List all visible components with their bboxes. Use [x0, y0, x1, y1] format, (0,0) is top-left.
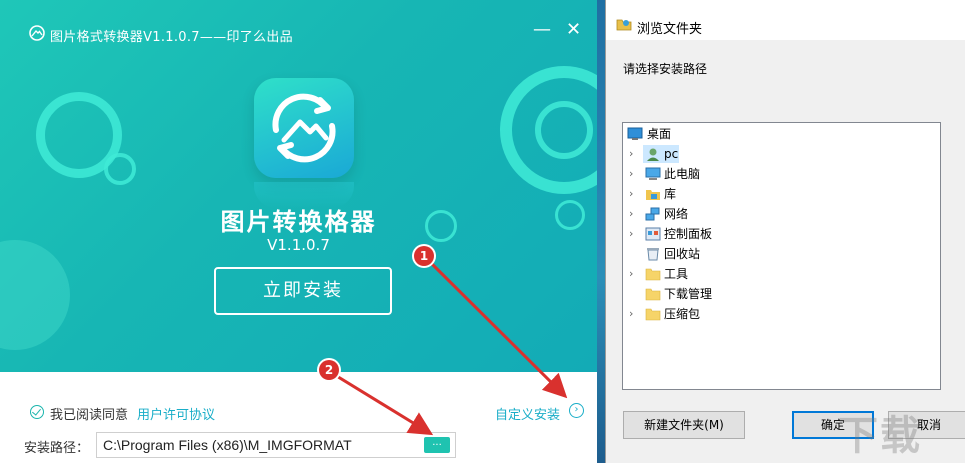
tree-item-archives[interactable]: › 压缩包 [623, 304, 940, 324]
library-icon [646, 190, 660, 200]
chevron-right-icon[interactable]: › [629, 204, 639, 224]
arrow-2 [334, 373, 434, 436]
folder-tree[interactable]: 桌面 › pc › 此电脑 › 库 › 网络 › 控制面板 回收站 › 工具 下… [622, 122, 941, 390]
folder-icon [645, 288, 661, 301]
browse-folder-dialog: 浏览文件夹 请选择安装路径 桌面 › pc › 此电脑 › 库 › 网络 › 控… [605, 0, 965, 463]
folder-icon [645, 268, 661, 281]
chevron-right-icon[interactable]: › [629, 144, 639, 164]
annotation-marker-1: 1 [414, 246, 434, 266]
arrow-1 [428, 260, 568, 399]
tree-item-downloads[interactable]: 下载管理 [623, 284, 940, 304]
tree-item-tools[interactable]: › 工具 [623, 264, 940, 284]
dialog-title: 浏览文件夹 [637, 22, 703, 37]
user-icon [647, 148, 659, 161]
folder-icon [645, 308, 661, 321]
chevron-right-icon[interactable]: › [629, 164, 639, 184]
recycle-bin-icon [647, 248, 659, 261]
desktop-icon [627, 127, 643, 140]
tree-item-recycle-bin[interactable]: 回收站 [623, 244, 940, 264]
watermark-logo: 下载 [838, 413, 922, 459]
chevron-right-icon[interactable]: › [629, 264, 639, 284]
control-panel-icon [645, 227, 661, 241]
chevron-right-icon[interactable]: › [629, 224, 639, 244]
tree-item-network[interactable]: › 网络 [623, 204, 940, 224]
annotation-marker-2: 2 [319, 360, 339, 380]
network-icon [645, 207, 660, 221]
folder-browse-icon [616, 19, 632, 31]
tree-item-desktop[interactable]: 桌面 [623, 124, 940, 144]
tree-item-library[interactable]: › 库 [623, 184, 940, 204]
dialog-instruction: 请选择安装路径 [623, 62, 708, 76]
computer-icon [645, 167, 661, 180]
dialog-titlebar[interactable]: 浏览文件夹 [606, 0, 965, 40]
tree-item-control-panel[interactable]: › 控制面板 [623, 224, 940, 244]
chevron-right-icon[interactable]: › [629, 184, 639, 204]
tree-item-pc[interactable]: › pc [623, 144, 940, 164]
tree-item-this-pc[interactable]: › 此电脑 [623, 164, 940, 184]
new-folder-button[interactable]: 新建文件夹(M) [623, 411, 745, 439]
chevron-right-icon[interactable]: › [629, 304, 639, 324]
